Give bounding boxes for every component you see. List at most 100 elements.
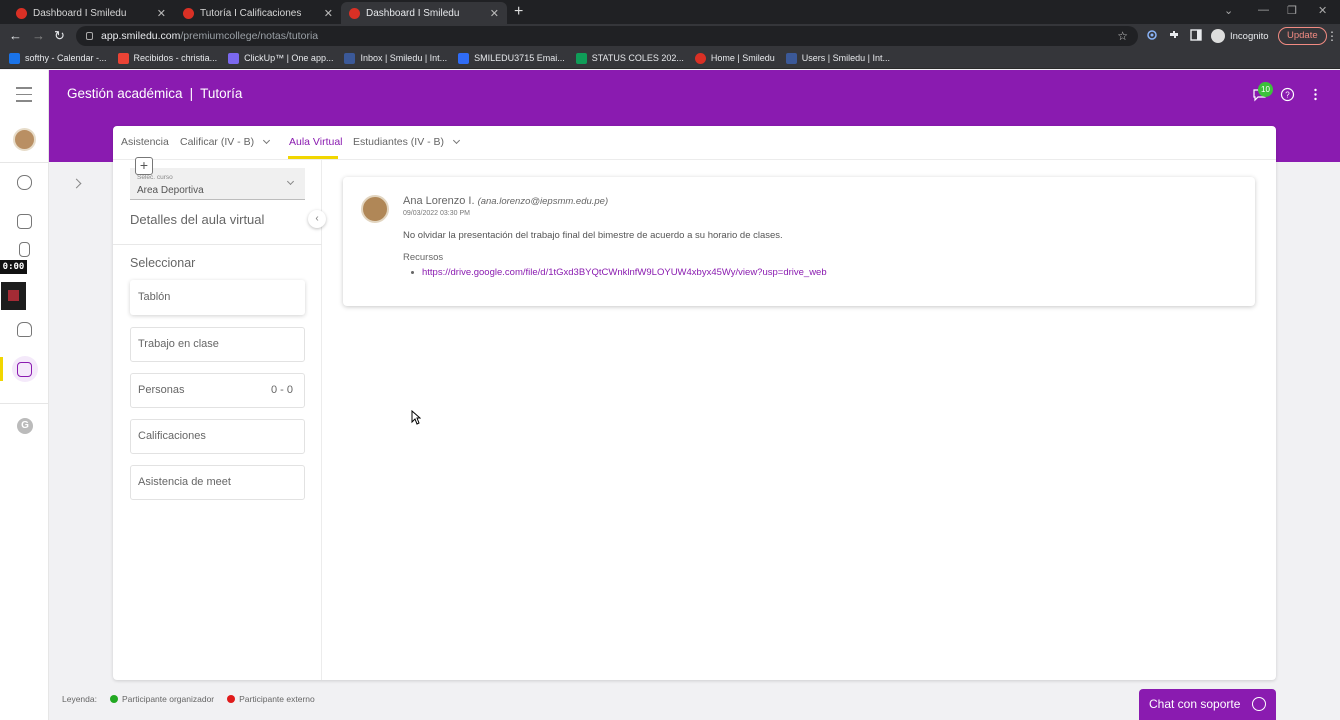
classroom-icon[interactable] — [17, 362, 32, 377]
legend-item: Participante organizador — [121, 694, 215, 704]
bookmark-star-icon[interactable]: ☆ — [1117, 29, 1128, 43]
post-date: 09/03/2022 03:30 PM — [403, 210, 470, 217]
bookmark-label: Home | Smiledu — [710, 53, 775, 63]
bookmark-label: SMILEDU3715 Emai... — [474, 53, 565, 63]
book-icon[interactable] — [17, 214, 32, 229]
browser-tab[interactable]: Tutoría I Calificaciones ✕ — [175, 2, 341, 24]
support-chat-label: Chat con soporte — [1149, 697, 1241, 711]
incognito-label: Incognito — [1230, 30, 1269, 42]
bookmark-item[interactable]: STATUS COLES 202... — [575, 52, 684, 64]
menu-item-calificaciones[interactable]: Calificaciones — [130, 419, 305, 454]
tab-asistencia[interactable]: Asistencia — [121, 136, 169, 148]
author-name: Ana Lorenzo I. — [403, 195, 475, 207]
gmail-icon — [117, 52, 129, 64]
bookmark-item[interactable]: Recibidos - christia... — [117, 52, 218, 64]
users-icon — [785, 52, 797, 64]
reload-icon[interactable]: ↻ — [54, 28, 65, 44]
bookmark-item[interactable]: Users | Smiledu | Int... — [785, 52, 890, 64]
url-path: /premiumcollege/notas/tutoria — [180, 30, 319, 42]
legend-label: Leyenda: — [62, 694, 97, 704]
incognito-indicator[interactable]: Incognito — [1211, 29, 1269, 43]
extension-icon[interactable] — [1146, 29, 1158, 41]
menu-item-trabajo-en-clase[interactable]: Trabajo en clase — [130, 327, 305, 362]
legend: Leyenda: Participante organizador Partic… — [62, 694, 315, 704]
close-window-icon[interactable]: ✕ — [1318, 4, 1327, 17]
stack-icon[interactable] — [17, 175, 32, 190]
announcement-card: Ana Lorenzo I. (ana.lorenzo@iepsmm.edu.pe… — [343, 177, 1255, 306]
resource-link[interactable]: https://drive.google.com/file/d/1tGxd3BY… — [422, 267, 827, 278]
smiledu-favicon-icon — [349, 7, 360, 19]
puzzle-icon[interactable] — [1168, 29, 1180, 41]
menu-item-tablon[interactable]: Tablón — [130, 280, 305, 315]
stop-recording-icon[interactable] — [1, 282, 26, 310]
resources-label: Recursos — [403, 252, 444, 263]
help-icon[interactable]: ? — [1280, 87, 1295, 102]
divider — [0, 403, 49, 404]
bookmark-label: softhy - Calendar -... — [25, 53, 107, 63]
flask-icon[interactable] — [17, 322, 32, 337]
course-select-value: Area Deportiva — [137, 185, 204, 196]
browser-tab[interactable]: Dashboard I Smiledu ✕ — [8, 2, 174, 24]
expand-arrow-icon[interactable] — [71, 178, 82, 189]
side-panel-icon[interactable] — [1190, 29, 1202, 41]
url-host: app.smiledu.com — [101, 30, 181, 42]
bookmark-item[interactable]: Inbox | Smiledu | Int... — [344, 52, 447, 64]
tab-calificar[interactable]: Calificar (IV - B) — [180, 136, 271, 148]
email-icon — [458, 52, 470, 64]
minimize-icon[interactable]: — — [1258, 4, 1269, 16]
author-email: (ana.lorenzo@iepsmm.edu.pe) — [477, 196, 609, 207]
bookmark-label: Users | Smiledu | Int... — [801, 53, 890, 63]
back-icon[interactable]: ← — [9, 28, 22, 43]
course-select[interactable]: Selec. curso Area Deportiva — [130, 168, 305, 200]
bookmark-item[interactable]: ClickUp™ | One app... — [228, 52, 333, 64]
avatar[interactable] — [13, 128, 36, 151]
browser-toolbar: ← → ↻ app.smiledu.com/premiumcollege/not… — [0, 24, 1340, 48]
close-tab-icon[interactable]: ✕ — [490, 7, 499, 20]
chevron-down-icon — [286, 177, 295, 186]
menu-item-personas[interactable]: Personas 0 - 0 — [130, 373, 305, 408]
document-icon[interactable] — [19, 242, 30, 257]
author-avatar — [361, 195, 389, 223]
update-button[interactable]: Update — [1278, 27, 1327, 45]
tab-aula-virtual[interactable]: Aula Virtual — [289, 136, 343, 148]
close-tab-icon[interactable]: ✕ — [324, 7, 333, 20]
svg-text:?: ? — [1285, 91, 1290, 100]
more-vert-icon[interactable] — [1308, 87, 1323, 102]
forward-icon[interactable]: → — [32, 28, 45, 43]
new-tab-icon[interactable]: + — [514, 3, 523, 21]
address-bar[interactable]: app.smiledu.com/premiumcollege/notas/tut… — [76, 26, 1138, 46]
support-chat-button[interactable]: Chat con soporte — [1139, 689, 1276, 720]
restore-icon[interactable]: ❐ — [1287, 4, 1297, 17]
close-tab-icon[interactable]: ✕ — [157, 7, 166, 20]
collapse-panel-icon[interactable]: ‹ — [308, 210, 326, 228]
author-line: Ana Lorenzo I. (ana.lorenzo@iepsmm.edu.pe… — [403, 195, 608, 207]
tab-search-icon[interactable]: ⌄ — [1224, 4, 1233, 17]
menu-icon[interactable] — [16, 87, 32, 107]
smiledu-favicon-icon — [16, 7, 27, 19]
divider — [113, 244, 322, 245]
personas-count: 0 - 0 — [270, 384, 293, 396]
bullet — [411, 271, 414, 274]
menu-item-asistencia-meet[interactable]: Asistencia de meet — [130, 465, 305, 500]
tabs-bar: Asistencia Calificar (IV - B) Aula Virtu… — [113, 126, 1276, 160]
bookmark-item[interactable]: softhy - Calendar -... — [9, 52, 107, 64]
browser-tab-active[interactable]: Dashboard I Smiledu ✕ — [341, 2, 507, 24]
bookmark-label: Recibidos - christia... — [133, 53, 218, 63]
add-icon[interactable]: + — [135, 157, 153, 175]
tab-estudiantes[interactable]: Estudiantes (IV - B) — [353, 136, 461, 148]
menu-item-label: Calificaciones — [138, 430, 206, 442]
menu-item-label: Trabajo en clase — [138, 338, 219, 350]
g-logo-icon[interactable]: G — [17, 418, 33, 434]
incognito-icon — [1211, 29, 1225, 43]
bookmarks-bar: softhy - Calendar -... Recibidos - chris… — [0, 48, 1340, 69]
sheets-icon — [575, 52, 587, 64]
inbox-icon — [344, 52, 356, 64]
browser-menu-icon[interactable]: ⋮ — [1326, 29, 1338, 43]
bookmark-item[interactable]: Home | Smiledu — [694, 52, 775, 64]
bookmark-item[interactable]: SMILEDU3715 Emai... — [458, 52, 565, 64]
sidebar-subtitle: Seleccionar — [130, 256, 196, 270]
smiledu-icon — [694, 52, 706, 64]
bookmark-label: STATUS COLES 202... — [591, 53, 684, 63]
chevron-down-icon — [263, 136, 271, 145]
browser-tab-bar: Dashboard I Smiledu ✕ Tutoría I Califica… — [0, 0, 1340, 24]
